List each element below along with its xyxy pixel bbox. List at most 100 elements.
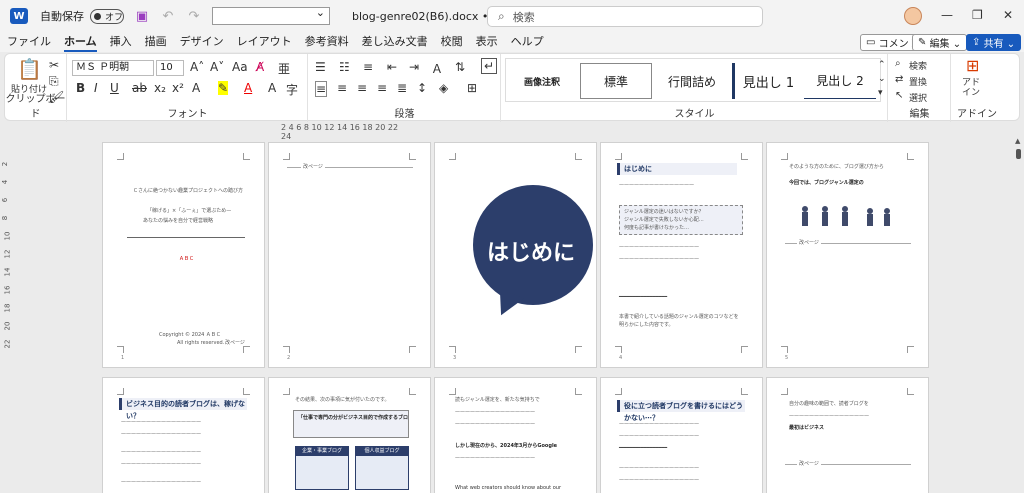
cut-icon[interactable]: ✂ [49,58,59,72]
search-input[interactable]: ⌕ 検索 [487,6,763,27]
page-8[interactable]: 読もジャンル選定を、新たな気持ちで ———————————————— —————… [434,377,597,493]
line-spacing-icon[interactable]: ↕ [417,81,427,95]
enclose-char-icon[interactable]: 字 [286,81,298,98]
font-color-icon[interactable]: A [244,81,252,95]
shading-icon[interactable]: ◈ [439,81,448,95]
tab-view[interactable]: 表示 [476,32,498,52]
autosave-toggle[interactable]: オフ [90,8,124,24]
tab-layout[interactable]: レイアウト [237,32,292,52]
style-no-spacing[interactable]: 行間詰め [656,63,728,99]
vruler-mark: 4 [1,179,10,185]
page-7[interactable]: その結果、次の事項に気が付いたのです。 「仕事で専門の分がビジネス目的で作成する… [268,377,431,493]
select-icon[interactable]: ↖ [895,90,903,101]
scrollbar-thumb[interactable] [1016,149,1021,159]
align-center-icon[interactable]: ≡ [337,81,347,95]
tab-design[interactable]: デザイン [180,32,224,52]
share-button[interactable]: ⇪ 共有 ⌄ [966,34,1022,51]
highlight-icon[interactable]: ✎ [218,81,229,95]
tab-references[interactable]: 参考資料 [305,32,349,52]
show-marks-icon[interactable]: ↵ [481,58,498,74]
page-2[interactable]: 改ページ 2 [268,142,431,368]
tab-home[interactable]: ホーム [64,32,97,52]
justify-icon[interactable]: ≡ [377,81,387,95]
page10-bold: 最初はビジネス [789,425,825,431]
redo-icon[interactable]: ↷ [186,9,202,24]
page-1[interactable]: Ｃさんに絶つかない趣業プロジェクトへの踏び方 「稼げる」×「ふーぇ」で選ぶため—… [102,142,265,368]
restore-icon[interactable]: ❐ [972,8,983,22]
font-size-select[interactable]: 10 [156,60,184,76]
style-heading-2[interactable]: 見出し 2 [804,63,876,99]
style-normal[interactable]: 標準 [580,63,652,99]
distributed-icon[interactable]: ≣ [397,81,407,95]
decrease-indent-icon[interactable]: ⇤ [387,60,397,74]
vertical-scrollbar[interactable]: ▲ [1014,135,1024,493]
select-label[interactable]: 選択 [909,91,927,104]
quick-access-dropdown[interactable] [212,6,330,25]
bullets-icon[interactable]: ☰ [315,60,326,74]
tab-insert[interactable]: 挿入 [110,32,132,52]
copy-icon[interactable]: ⎘ [49,74,59,89]
scroll-up-icon[interactable]: ▲ [1015,137,1020,145]
paste-icon[interactable]: 📋 [17,57,42,81]
strikethrough-icon[interactable]: ab [132,81,147,95]
horizontal-ruler[interactable]: 2 4 6 8 10 12 14 16 18 20 22 24 [281,123,403,141]
increase-indent-icon[interactable]: ⇥ [409,60,419,74]
font-name-select[interactable]: ＭＳ Ｐ明朝 [72,60,154,76]
borders-icon[interactable]: ⊞ [467,81,477,95]
page1-copyright: Copyright © 2024 ＡＢＣ [159,332,221,338]
gallery-more-icon[interactable]: ▾ [878,88,883,98]
shrink-font-icon[interactable]: A˅ [210,60,224,74]
numbering-icon[interactable]: ☷ [339,60,350,74]
page-10[interactable]: 自分の趣味の範囲で、読者ブログを ———————————————— 最初はビジネ… [766,377,929,493]
page-9[interactable]: 役に立つ読者ブログを書けるにはどうかない⋯？ ———————————————— … [600,377,763,493]
close-icon[interactable]: ✕ [1003,8,1013,22]
addin-icon[interactable]: ⊞ [966,56,979,75]
replace-icon[interactable]: ⇄ [895,74,903,85]
addin-label[interactable]: アド イン [962,78,980,98]
tab-file[interactable]: ファイル [7,32,51,52]
text-effects-icon[interactable]: A [192,81,200,95]
undo-icon[interactable]: ↶ [160,9,176,24]
style-image-caption[interactable]: 画像注釈 [508,63,576,99]
save-icon[interactable]: ▣ [134,9,150,24]
style-heading-1[interactable]: 見出し 1 [732,63,802,99]
underline-icon[interactable]: U [110,81,119,95]
page-3[interactable]: はじめに 3 [434,142,597,368]
clear-format-icon[interactable]: A̸ [256,60,264,74]
align-left-icon[interactable]: ≡ [315,81,328,97]
tab-mailings[interactable]: 差し込み文書 [362,32,428,52]
vruler-mark: 20 [3,321,12,331]
tab-review[interactable]: 校閲 [441,32,463,52]
tab-help[interactable]: ヘルプ [511,32,544,52]
italic-icon[interactable]: I [94,81,98,95]
gallery-down-icon[interactable]: ⌄ [878,74,886,84]
gallery-up-icon[interactable]: ⌃ [878,60,886,70]
grow-font-icon[interactable]: A˄ [190,60,204,74]
find-icon[interactable]: ⌕ [895,58,901,69]
sort-icon[interactable]: ⇅ [455,60,465,74]
page1-title: Ｃさんに絶つかない趣業プロジェクトへの踏び方 [133,188,244,194]
editing-group: ⌕ 検索 ⇄ 置換 ↖ 選択 編集 [889,54,951,122]
page-5[interactable]: そのような方のために、ブログ選び方から 今回では、ブログジャンル選定の 改ページ… [766,142,929,368]
asian-layout-icon[interactable]: Ａ [431,60,443,77]
edit-mode-button[interactable]: ✎ 編集 ⌄ [912,34,968,51]
char-shading-icon[interactable]: A [268,81,276,95]
find-label[interactable]: 検索 [909,59,927,72]
bold-icon[interactable]: B [76,81,85,95]
page-6[interactable]: ビジネス目的の読者ブログは、稼げない？ ———————————————— ———… [102,377,265,493]
replace-label[interactable]: 置換 [909,75,927,88]
page-4[interactable]: はじめに ——————————————— ジャンル選定の迷いはないですか？ ジャ… [600,142,763,368]
tab-draw[interactable]: 描画 [145,32,167,52]
avatar[interactable] [904,7,922,25]
subscript-icon[interactable]: x₂ [154,81,166,95]
multilevel-list-icon[interactable]: ≡ [363,60,373,74]
superscript-icon[interactable]: x² [172,81,184,95]
vertical-ruler[interactable]: 2 4 6 8 10 12 14 16 18 20 22 [1,160,13,350]
minimize-icon[interactable]: — [941,8,953,22]
page5-illustration [795,203,905,233]
align-right-icon[interactable]: ≡ [357,81,367,95]
change-case-icon[interactable]: Aa [232,60,248,74]
page1-sub2: あなたの悩みを自分で経営戦略 [143,218,214,224]
document-pages[interactable]: Ｃさんに絶つかない趣業プロジェクトへの踏び方 「稼げる」×「ふーぇ」で選ぶため—… [18,135,1013,493]
phonetic-guide-icon[interactable]: 亜 [278,60,290,77]
